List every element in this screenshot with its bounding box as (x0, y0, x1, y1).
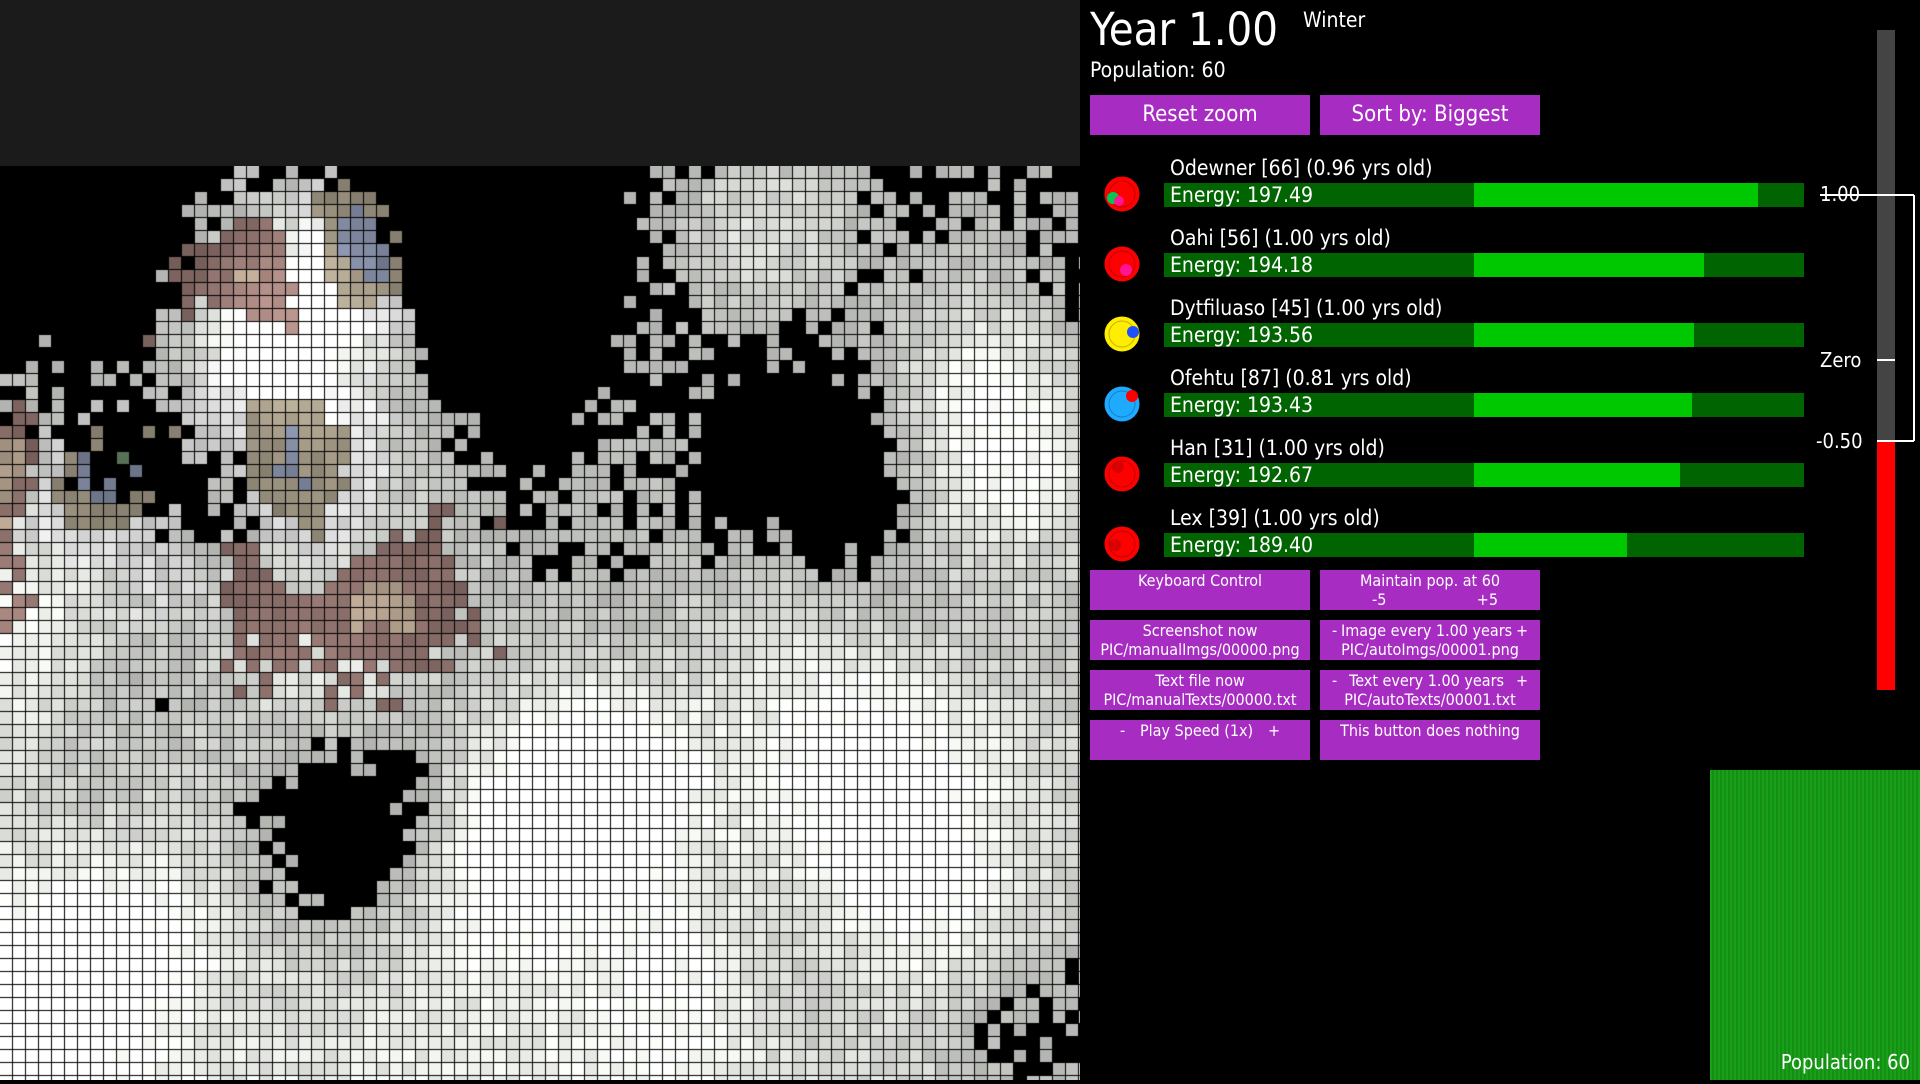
maintain-plus-button[interactable]: +5 (1477, 590, 1498, 609)
population-count: Population: 60 (1090, 58, 1226, 82)
screenshot-now-label: Screenshot now (1142, 621, 1258, 640)
image-every-label: Image every 1.00 years (1341, 621, 1513, 640)
creature-name: Odewner [66] (0.96 yrs old) (1170, 156, 1433, 180)
sort-by-button[interactable]: Sort by: Biggest (1320, 95, 1540, 135)
creature-energy: Energy: 189.40 (1170, 533, 1314, 557)
maintain-population-label: Maintain pop. at 60 (1359, 571, 1501, 590)
creature-energy: Energy: 192.67 (1170, 463, 1314, 487)
creature-eye (1109, 539, 1121, 551)
text-path: PIC/autoTexts/00001.txt (1344, 690, 1516, 709)
does-nothing-button[interactable]: This button does nothing (1320, 720, 1540, 760)
creature-row[interactable]: Dytfiluaso [45] (1.00 yrs old) Energy: 19… (1090, 295, 1810, 365)
image-every-minus-button[interactable]: - (1332, 621, 1337, 640)
energy-bar-fill (1474, 393, 1693, 417)
keyboard-control-button[interactable]: Keyboard Control (1090, 570, 1310, 610)
image-every-plus-button[interactable]: + (1516, 621, 1528, 640)
creature-energy: Energy: 197.49 (1170, 183, 1314, 207)
creature-row[interactable]: Odewner [66] (0.96 yrs old) Energy: 197.4… (1090, 155, 1810, 225)
creature-row[interactable]: Lex [39] (1.00 yrs old) Energy: 189.40 (1090, 505, 1810, 575)
maintain-population-button[interactable]: Maintain pop. at 60 -5 +5 (1320, 570, 1540, 610)
graph-zero-label: Zero (1820, 348, 1862, 372)
image-path: PIC/autoImgs/00001.png (1341, 640, 1519, 659)
creature-row[interactable]: Oahi [56] (1.00 yrs old) Energy: 194.18 (1090, 225, 1810, 295)
graph-top-label: 1.00 (1820, 182, 1861, 206)
creature-eye (1127, 326, 1139, 338)
speed-minus-button[interactable]: - (1120, 721, 1125, 740)
creature-avatar-icon (1103, 315, 1141, 353)
creature-eye-secondary (1114, 196, 1124, 206)
creature-eye (1126, 390, 1138, 402)
creature-avatar-icon (1103, 385, 1141, 423)
world-map[interactable] (0, 0, 1080, 1080)
text-file-path: PIC/manualTexts/00000.txt (1103, 690, 1297, 709)
play-speed-button[interactable]: - Play Speed (1x) + (1090, 720, 1310, 760)
text-every-label: Text every 1.00 years (1349, 671, 1504, 690)
creature-name: Oahi [56] (1.00 yrs old) (1170, 226, 1391, 250)
reset-zoom-button[interactable]: Reset zoom (1090, 95, 1310, 135)
population-graph: Population: 60 (1710, 770, 1920, 1080)
creature-avatar-icon (1103, 245, 1141, 283)
energy-bar-fill (1474, 533, 1627, 557)
creature-energy: Energy: 193.43 (1170, 393, 1314, 417)
creature-avatar-icon (1103, 175, 1141, 213)
population-graph-canvas (1710, 770, 1920, 1080)
creature-avatar-icon (1103, 525, 1141, 563)
creature-energy: Energy: 193.56 (1170, 323, 1314, 347)
screenshot-now-button[interactable]: Screenshot now PIC/manualImgs/00000.png (1090, 620, 1310, 660)
creature-avatar-icon (1103, 455, 1141, 493)
image-every-button[interactable]: - Image every 1.00 years + PIC/autoImgs/… (1320, 620, 1540, 660)
graph-bar-background (1877, 30, 1895, 440)
text-every-button[interactable]: - Text every 1.00 years + PIC/autoTexts/… (1320, 670, 1540, 710)
does-nothing-label: This button does nothing (1340, 721, 1520, 740)
energy-bar-fill (1474, 463, 1680, 487)
season-label: Winter (1303, 8, 1366, 32)
creature-name: Han [31] (1.00 yrs old) (1170, 436, 1385, 460)
energy-bar-fill (1474, 183, 1759, 207)
creature-row[interactable]: Ofehtu [87] (0.81 yrs old) Energy: 193.43 (1090, 365, 1810, 435)
map-empty-area (0, 0, 1080, 166)
graph-negative-bar (1877, 441, 1895, 690)
year-title: Year 1.00 (1090, 3, 1279, 56)
creature-name: Dytfiluaso [45] (1.00 yrs old) (1170, 296, 1443, 320)
maintain-minus-button[interactable]: -5 (1372, 590, 1386, 609)
play-speed-label: Play Speed (1x) (1139, 721, 1254, 740)
energy-bar-fill (1474, 323, 1695, 347)
creature-name: Ofehtu [87] (0.81 yrs old) (1170, 366, 1412, 390)
population-graph-label: Population: 60 (1780, 1050, 1910, 1074)
text-every-plus-button[interactable]: + (1516, 671, 1528, 690)
keyboard-control-label: Keyboard Control (1137, 571, 1263, 590)
screenshot-path: PIC/manualImgs/00000.png (1100, 640, 1300, 659)
creature-name: Lex [39] (1.00 yrs old) (1170, 506, 1380, 530)
creature-eye (1120, 264, 1132, 276)
speed-plus-button[interactable]: + (1268, 721, 1280, 740)
text-file-now-label: Text file now (1155, 671, 1245, 690)
creature-eye (1112, 461, 1124, 473)
terrain-map[interactable] (0, 166, 1080, 1080)
text-every-minus-button[interactable]: - (1332, 671, 1337, 690)
graph-bottom-label: -0.50 (1816, 429, 1863, 453)
energy-bar-fill (1474, 253, 1705, 277)
creature-row[interactable]: Han [31] (1.00 yrs old) Energy: 192.67 (1090, 435, 1810, 505)
creature-energy: Energy: 194.18 (1170, 253, 1314, 277)
text-file-now-button[interactable]: Text file now PIC/manualTexts/00000.txt (1090, 670, 1310, 710)
